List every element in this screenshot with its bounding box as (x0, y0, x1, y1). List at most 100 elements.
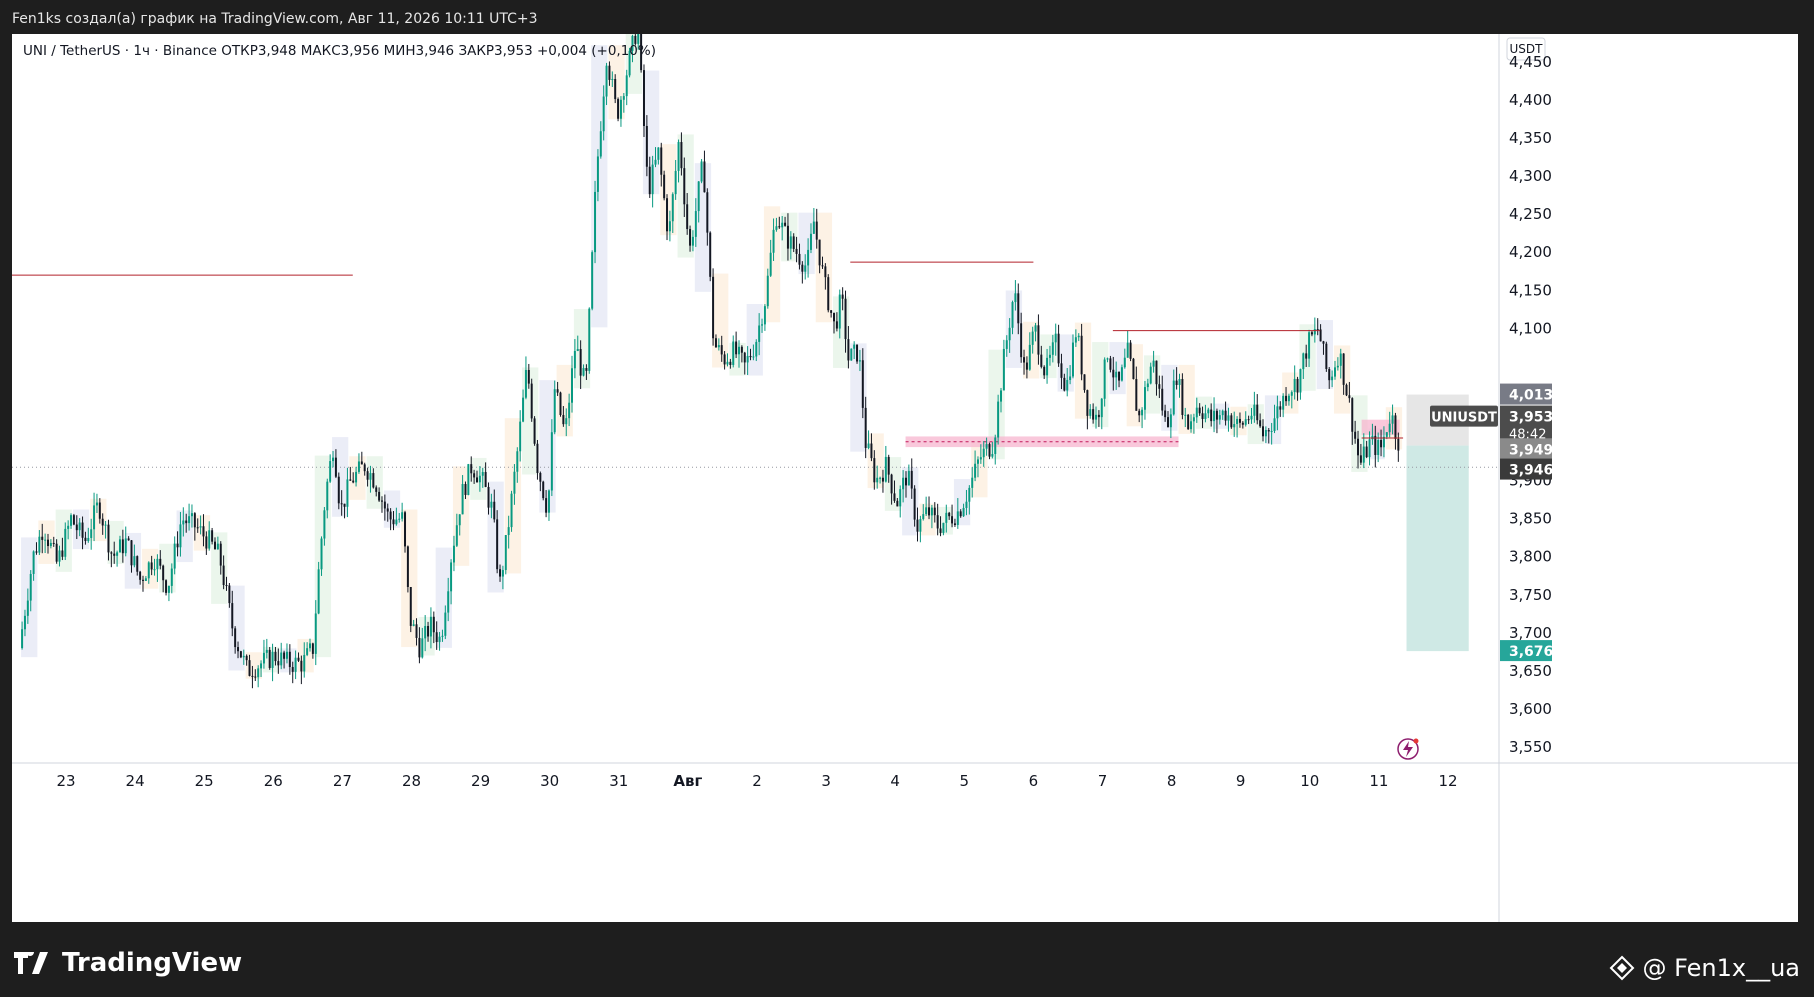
candle[interactable] (737, 346, 740, 355)
candle[interactable] (1037, 325, 1040, 355)
candle[interactable] (323, 510, 326, 539)
candle[interactable] (41, 536, 44, 540)
candle[interactable] (1267, 430, 1270, 432)
candle[interactable] (648, 166, 651, 195)
candle[interactable] (162, 565, 165, 581)
candle[interactable] (749, 355, 752, 358)
candle[interactable] (156, 558, 159, 570)
candle[interactable] (1184, 414, 1187, 416)
candle[interactable] (689, 229, 692, 246)
candle[interactable] (1083, 374, 1086, 391)
candle[interactable] (657, 147, 660, 160)
candle[interactable] (205, 536, 208, 549)
candle[interactable] (559, 392, 562, 416)
candle[interactable] (499, 569, 502, 577)
candle[interactable] (939, 528, 942, 533)
candle[interactable] (317, 569, 320, 614)
candle[interactable] (1264, 430, 1267, 437)
candle[interactable] (1302, 353, 1305, 370)
candle[interactable] (1207, 409, 1210, 414)
candle[interactable] (844, 298, 847, 340)
candle[interactable] (1152, 360, 1155, 367)
candle[interactable] (185, 520, 188, 524)
candle[interactable] (1380, 440, 1383, 448)
candle[interactable] (1126, 342, 1129, 358)
candle[interactable] (1328, 369, 1331, 381)
candle[interactable] (216, 543, 219, 550)
candle[interactable] (452, 545, 455, 563)
candle[interactable] (72, 515, 75, 525)
candle[interactable] (35, 551, 38, 553)
candle[interactable] (1285, 395, 1288, 402)
candle[interactable] (594, 191, 597, 253)
candle[interactable] (1002, 348, 1005, 391)
candle[interactable] (375, 487, 378, 492)
candle[interactable] (522, 397, 525, 422)
candle[interactable] (1204, 413, 1207, 419)
candle[interactable] (1063, 377, 1066, 391)
candle[interactable] (124, 538, 127, 554)
candle[interactable] (847, 339, 850, 361)
candle[interactable] (337, 476, 340, 504)
candle[interactable] (617, 99, 620, 119)
candle[interactable] (352, 480, 355, 483)
candle[interactable] (101, 518, 104, 526)
candle[interactable] (1198, 407, 1201, 414)
candle[interactable] (1054, 333, 1057, 343)
candle[interactable] (1135, 379, 1138, 411)
candle[interactable] (1192, 417, 1195, 422)
candle[interactable] (239, 651, 242, 658)
candle[interactable] (1331, 376, 1334, 381)
candle[interactable] (663, 174, 666, 199)
candle[interactable] (285, 651, 288, 659)
candle[interactable] (867, 443, 870, 448)
candle[interactable] (910, 470, 913, 489)
candle[interactable] (1230, 415, 1233, 428)
candle[interactable] (700, 161, 703, 182)
candle[interactable] (729, 361, 732, 365)
candle[interactable] (890, 474, 893, 494)
candle[interactable] (1017, 293, 1020, 324)
candle[interactable] (1077, 335, 1080, 338)
candle[interactable] (121, 539, 124, 554)
candle[interactable] (533, 418, 536, 444)
candle[interactable] (366, 471, 369, 480)
candle[interactable] (265, 649, 268, 653)
candle[interactable] (346, 479, 349, 507)
candle[interactable] (470, 464, 473, 474)
candle[interactable] (58, 550, 61, 562)
candle[interactable] (237, 647, 240, 652)
candle[interactable] (283, 652, 286, 659)
candle[interactable] (1270, 430, 1273, 432)
candle[interactable] (418, 637, 421, 658)
candle[interactable] (467, 464, 470, 495)
candle[interactable] (772, 229, 775, 253)
candle[interactable] (870, 443, 873, 459)
candle[interactable] (573, 351, 576, 369)
candle[interactable] (409, 586, 412, 626)
candle[interactable] (1325, 343, 1328, 370)
candle[interactable] (429, 616, 432, 637)
candle[interactable] (404, 512, 407, 547)
candle[interactable] (332, 457, 335, 462)
candle[interactable] (694, 211, 697, 237)
candle[interactable] (424, 625, 427, 639)
candle[interactable] (271, 651, 274, 668)
candle[interactable] (948, 512, 951, 517)
candle[interactable] (925, 507, 928, 515)
candle[interactable] (971, 477, 974, 488)
candle[interactable] (726, 361, 729, 365)
candle[interactable] (461, 484, 464, 515)
candle[interactable] (260, 663, 263, 669)
candle[interactable] (1238, 418, 1241, 423)
candle[interactable] (268, 649, 271, 668)
candle[interactable] (1279, 406, 1282, 410)
candle[interactable] (398, 518, 401, 520)
candle[interactable] (219, 543, 222, 566)
candle[interactable] (406, 546, 409, 587)
candle[interactable] (1181, 379, 1184, 415)
candle[interactable] (876, 477, 879, 483)
candle[interactable] (1092, 409, 1095, 420)
candle[interactable] (1066, 379, 1069, 391)
candle[interactable] (262, 652, 265, 664)
